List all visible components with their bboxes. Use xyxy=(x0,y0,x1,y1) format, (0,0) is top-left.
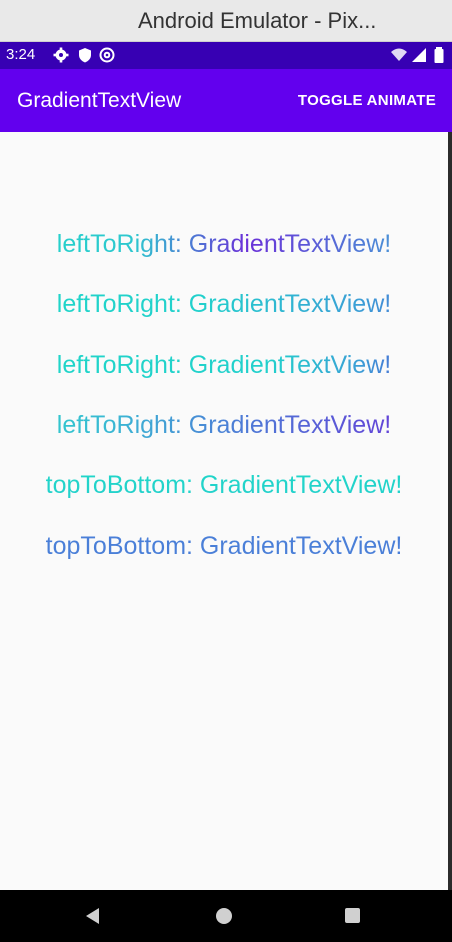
home-icon[interactable] xyxy=(216,908,232,924)
gear-icon xyxy=(53,47,69,63)
toggle-animate-button[interactable]: TOGGLE ANIMATE xyxy=(298,92,436,109)
status-time: 3:24 xyxy=(6,46,36,63)
gradient-text-view: leftToRight: GradientTextView! xyxy=(0,351,448,380)
gradient-text-view: leftToRight: GradientTextView! xyxy=(0,411,448,440)
app-bar-title: GradientTextView xyxy=(17,89,182,112)
window-title: Android Emulator - Pix... xyxy=(138,8,377,33)
content-area: leftToRight: GradientTextView! leftToRig… xyxy=(0,132,448,890)
nav-bar xyxy=(0,890,452,942)
back-icon[interactable] xyxy=(86,908,99,924)
at-icon xyxy=(99,47,115,63)
app-bar: GradientTextView TOGGLE ANIMATE xyxy=(0,69,452,132)
gradient-text-view: topToBottom: GradientTextView! xyxy=(0,532,448,561)
window-titlebar: Android Emulator - Pix... xyxy=(0,0,452,42)
recents-icon[interactable] xyxy=(345,908,360,923)
gradient-text-view: leftToRight: GradientTextView! xyxy=(0,290,448,319)
battery-icon xyxy=(434,47,444,63)
shield-icon xyxy=(79,48,91,63)
gradient-text-view: leftToRight: GradientTextView! xyxy=(0,230,448,259)
window-edge xyxy=(448,132,452,890)
status-bar: 3:24 xyxy=(0,42,452,69)
gradient-text-view: topToBottom: GradientTextView! xyxy=(0,471,448,500)
signal-icon xyxy=(412,48,426,62)
wifi-icon xyxy=(391,48,407,61)
